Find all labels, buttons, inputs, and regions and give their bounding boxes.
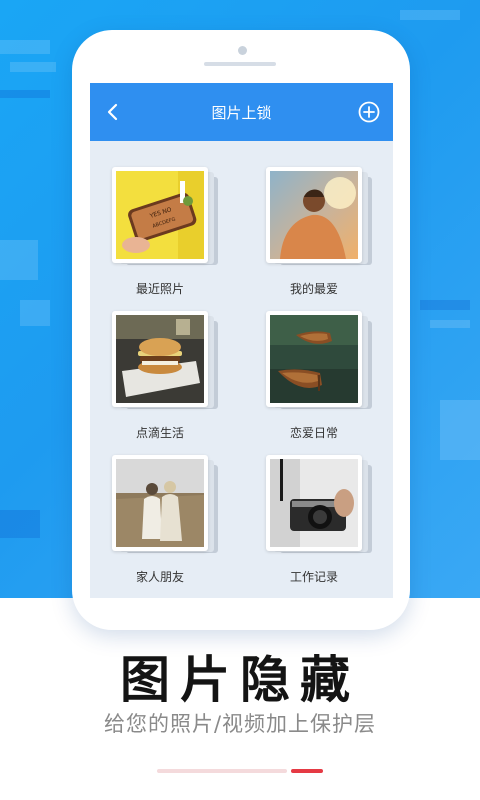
backdrop-block xyxy=(0,240,38,280)
promo-subtitle: 给您的照片/视频加上保护层 xyxy=(103,712,377,736)
backdrop-stripe xyxy=(400,10,460,20)
backdrop-stripe xyxy=(0,40,50,54)
rowboats-lake-photo xyxy=(270,315,358,403)
backdrop-stripe xyxy=(0,90,50,98)
backdrop-stripe xyxy=(420,300,470,310)
album-cover: YES NO ABCDEFG xyxy=(112,167,208,263)
album-label: 工作记录 xyxy=(289,570,338,584)
backdrop-block xyxy=(20,300,50,326)
app-header: 图片上锁 xyxy=(90,83,393,141)
promo-title: 图片隐藏 xyxy=(120,651,360,709)
album-stack xyxy=(266,167,372,267)
page-title: 图片上锁 xyxy=(211,104,272,122)
album-label: 最近照片 xyxy=(135,282,184,296)
camera-hands-photo xyxy=(270,459,358,547)
album-cover xyxy=(266,311,362,407)
backdrop-block xyxy=(0,510,40,538)
sunset-person-photo xyxy=(270,171,358,259)
phone-speaker xyxy=(204,62,276,66)
page-indicator-dot[interactable] xyxy=(157,769,287,773)
backdrop-stripe xyxy=(10,62,56,72)
album-cover xyxy=(112,455,208,551)
burger-plate-photo xyxy=(116,315,204,403)
album-stack xyxy=(112,311,218,411)
promo-page: 图片上锁 YES NO ABCDEFG 最近照片 我的最爱 点滴生活 恋爱日常 … xyxy=(0,0,480,800)
album-label: 点滴生活 xyxy=(135,426,184,440)
backdrop-block xyxy=(440,400,480,460)
album-stack xyxy=(266,455,372,555)
album-cover xyxy=(112,311,208,407)
album-stack xyxy=(266,311,372,411)
page-indicator xyxy=(157,769,323,773)
plus-circle-icon[interactable] xyxy=(357,100,381,124)
album-label: 家人朋友 xyxy=(135,570,184,584)
album-label: 恋爱日常 xyxy=(289,426,338,440)
album-cover xyxy=(266,167,362,263)
album-cover xyxy=(266,455,362,551)
album-stack xyxy=(112,455,218,555)
phone-camera xyxy=(238,46,247,55)
ouija-board-photo: YES NO ABCDEFG xyxy=(116,171,204,259)
app-screen: 图片上锁 YES NO ABCDEFG 最近照片 我的最爱 点滴生活 恋爱日常 … xyxy=(90,83,393,598)
backdrop-stripe xyxy=(430,320,470,328)
field-friends-photo xyxy=(116,459,204,547)
album-label: 我的最爱 xyxy=(289,282,338,296)
page-indicator-dot-active[interactable] xyxy=(291,769,323,773)
album-stack: YES NO ABCDEFG xyxy=(112,167,218,267)
